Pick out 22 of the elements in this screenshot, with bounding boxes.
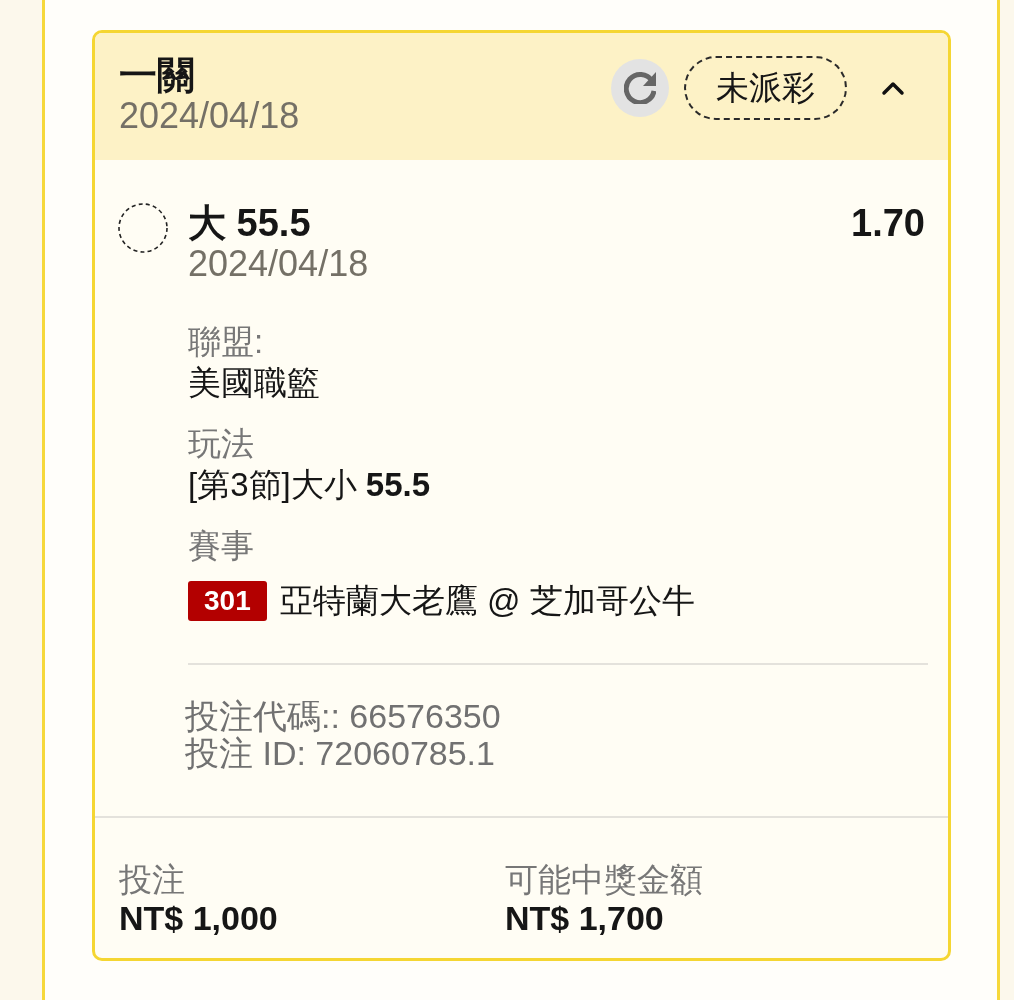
bet-code-text: 投注代碼:: 66576350 [185, 698, 502, 735]
total-label: 可能中獎金額 [505, 861, 704, 899]
status-badge: 未派彩 [684, 56, 847, 120]
refresh-icon [624, 72, 656, 104]
detail-label: 玩法 [188, 424, 255, 464]
detail-label: 賽事 [188, 526, 255, 566]
detail-value: [第3節]大小 55.5 [188, 465, 432, 505]
selection-date: 2024/04/18 [188, 243, 370, 285]
selection-name: 大 55.5 [188, 203, 312, 243]
total-amount: NT$ 1,700 [505, 899, 665, 937]
bet-date: 2024/04/18 [119, 95, 300, 137]
total-amount: NT$ 1,000 [119, 899, 279, 937]
bet-code-text: 投注 ID: 72060785.1 [185, 735, 496, 772]
chevron-icon [881, 80, 905, 96]
dashed-circle-icon [118, 203, 168, 253]
event-number-badge: 301 [188, 580, 267, 621]
odds-value: 1.70 [851, 203, 925, 243]
match-teams: 亞特蘭大老鷹 @ 芝加哥公牛 [279, 581, 695, 621]
total-label: 投注 [119, 861, 186, 899]
detail-value: 美國職籃 [188, 363, 321, 403]
bet-type-title: 一關 [119, 55, 196, 95]
detail-label: 聯盟: [188, 322, 265, 362]
